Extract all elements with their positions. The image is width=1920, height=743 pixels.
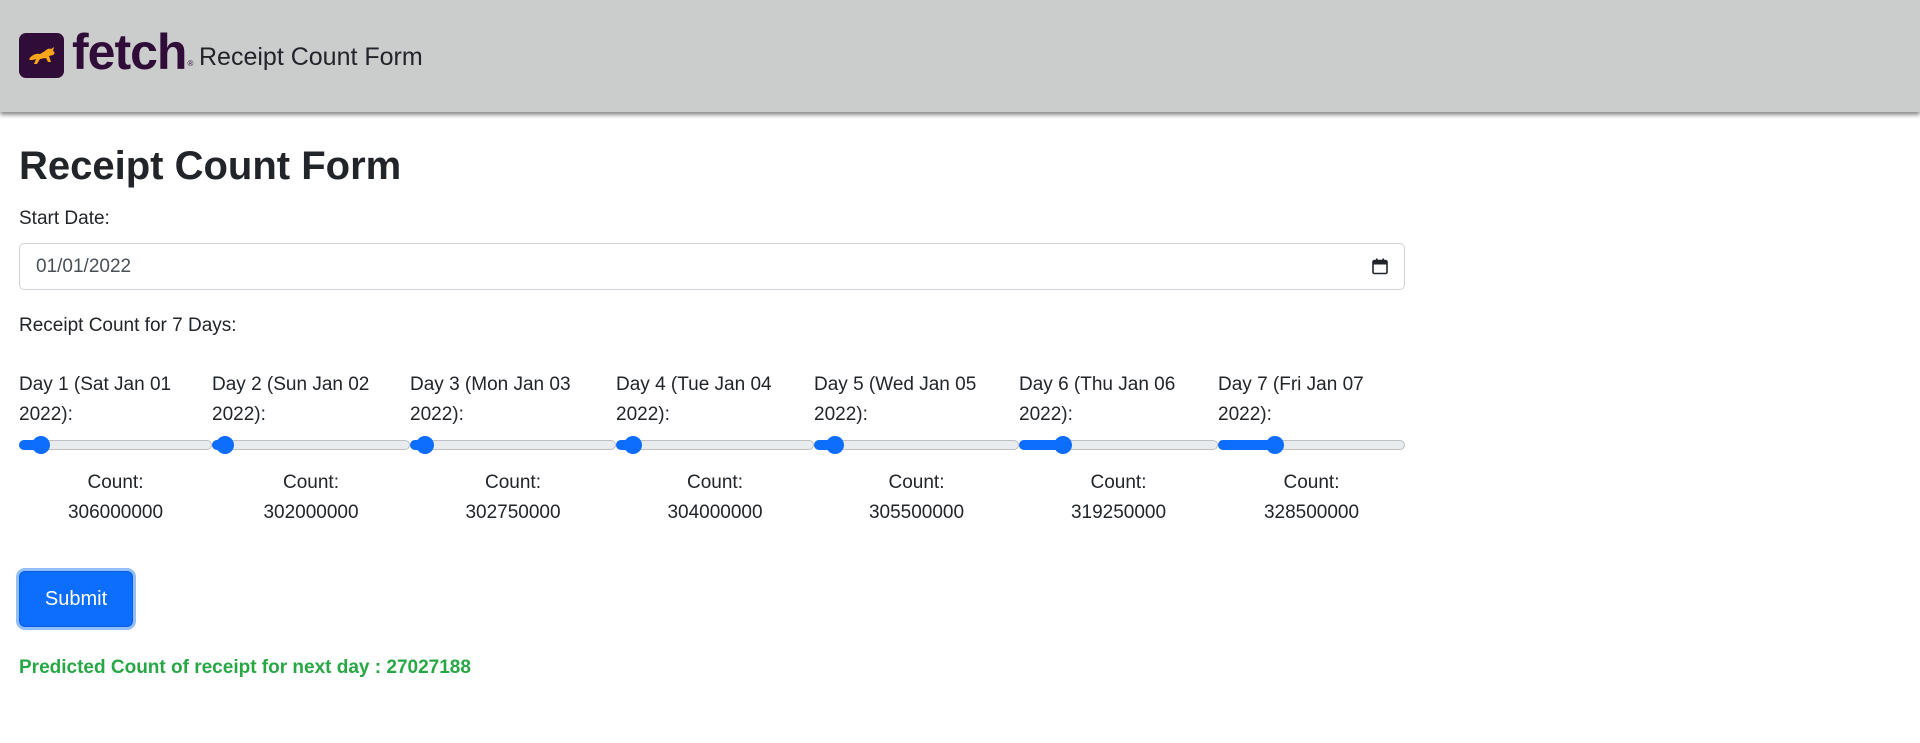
day-count: Count: 306000000 [19, 468, 212, 528]
receipt-count-label: Receipt Count for 7 Days: [19, 315, 237, 336]
day-count: Count: 305500000 [814, 468, 1019, 528]
day-slider[interactable] [212, 436, 410, 454]
day-label: Day 6 (Thu Jan 06 2022): [1019, 374, 1176, 425]
slider-thumb[interactable] [826, 436, 845, 454]
day-slider[interactable] [19, 436, 212, 454]
start-date-value: 01/01/2022 [36, 256, 132, 277]
count-label: Count: [888, 472, 945, 493]
day-count: Count: 319250000 [1019, 468, 1218, 528]
slider-thumb[interactable] [1054, 436, 1073, 454]
slider-thumb[interactable] [416, 436, 435, 454]
slider-thumb[interactable] [623, 436, 642, 454]
day-slider[interactable] [1218, 436, 1405, 454]
count-label: Count: [1283, 472, 1340, 493]
day-label: Day 2 (Sun Jan 02 2022): [212, 374, 370, 425]
day-label: Day 4 (Tue Jan 04 2022): [616, 374, 772, 425]
logo-wordmark: fetch [72, 24, 187, 80]
calendar-icon[interactable] [1372, 258, 1388, 275]
navbar-title: Receipt Count Form [199, 43, 423, 71]
count-value: 319250000 [1070, 502, 1167, 523]
day-label: Day 7 (Fri Jan 07 2022): [1218, 374, 1364, 425]
day-label: Day 5 (Wed Jan 05 2022): [814, 374, 977, 425]
slider-thumb[interactable] [215, 436, 234, 454]
day-count: Count: 302750000 [410, 468, 616, 528]
count-value: 304000000 [667, 502, 763, 523]
count-label: Count: [283, 472, 339, 493]
day-count: Count: 304000000 [616, 468, 814, 528]
count-label: Count: [485, 472, 541, 493]
count-value: 306000000 [67, 502, 164, 523]
count-value: 302000000 [263, 502, 359, 523]
day-slider[interactable] [814, 436, 1019, 454]
submit-button[interactable]: Submit [19, 571, 133, 627]
day-label: Day 3 (Mon Jan 03 2022): [410, 374, 571, 425]
day-slider[interactable] [410, 436, 616, 454]
count-label: Count: [87, 472, 144, 493]
day-label: Day 1 (Sat Jan 01 2022): [19, 374, 172, 425]
registered-mark: ® [187, 58, 194, 68]
start-date-label: Start Date: [19, 208, 110, 229]
start-date-input[interactable]: 01/01/2022 [19, 243, 1405, 290]
prediction-result: Predicted Count of receipt for next day … [19, 657, 471, 678]
page-title: Receipt Count Form [19, 144, 402, 188]
slider-thumb[interactable] [1265, 436, 1284, 454]
count-value: 302750000 [465, 502, 561, 523]
day-slider[interactable] [1019, 436, 1218, 454]
slider-thumb[interactable] [32, 436, 50, 454]
count-label: Count: [687, 472, 743, 493]
count-value: 328500000 [1263, 502, 1360, 523]
count-value: 305500000 [868, 502, 965, 523]
running-dog-icon [19, 32, 64, 78]
day-slider[interactable] [616, 436, 814, 454]
top-navbar: fetch ® Receipt Count Form [0, 0, 1920, 112]
day-count: Count: 302000000 [212, 468, 410, 528]
count-label: Count: [1090, 472, 1147, 493]
day-count: Count: 328500000 [1218, 468, 1405, 528]
fetch-logo[interactable]: fetch ® [19, 24, 194, 80]
